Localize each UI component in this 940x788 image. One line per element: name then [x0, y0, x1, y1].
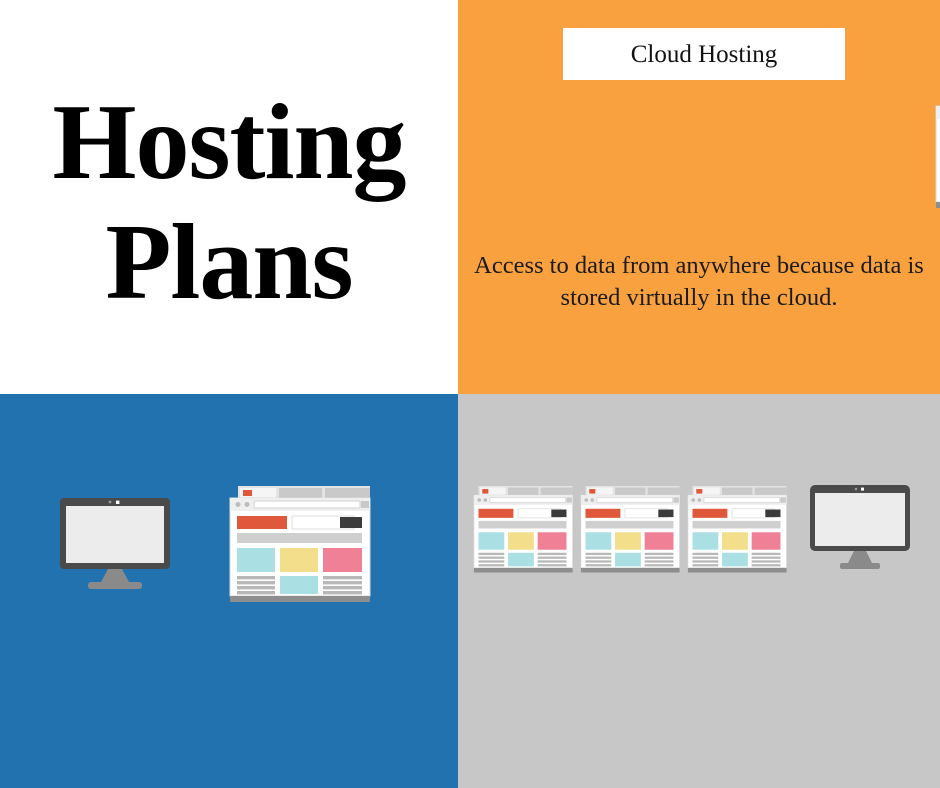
title-line-1: Hosting — [52, 83, 406, 202]
browser-window-icon — [935, 105, 940, 208]
infographic-canvas: Hosting Plans Cloud Hosting Access to da… — [0, 0, 940, 788]
panel-dedicated-server-hosting: Dedicated Server Hosting — [0, 394, 458, 788]
description-cloud-hosting: Access to data from anywhere because dat… — [474, 252, 924, 312]
panel-cloud-hosting: Cloud Hosting Access to data from anywhe… — [458, 0, 940, 394]
browser-window-icon — [687, 486, 787, 573]
browser-window-icon — [473, 486, 573, 573]
dedicated-hosting-illustration — [0, 394, 458, 788]
title-line-2: Plans — [105, 203, 353, 323]
label-cloud-hosting: Cloud Hosting — [563, 28, 845, 80]
browser-window-icon — [580, 486, 680, 573]
browser-window-icon — [229, 486, 371, 602]
panel-title: Hosting Plans — [0, 0, 458, 394]
monitor-icon — [810, 485, 910, 569]
page-title: Hosting Plans — [0, 83, 458, 323]
vps-hosting-illustration — [458, 394, 940, 788]
monitor-icon — [60, 498, 170, 589]
panel-vps-hosting: VPS Hosting — [458, 394, 940, 788]
